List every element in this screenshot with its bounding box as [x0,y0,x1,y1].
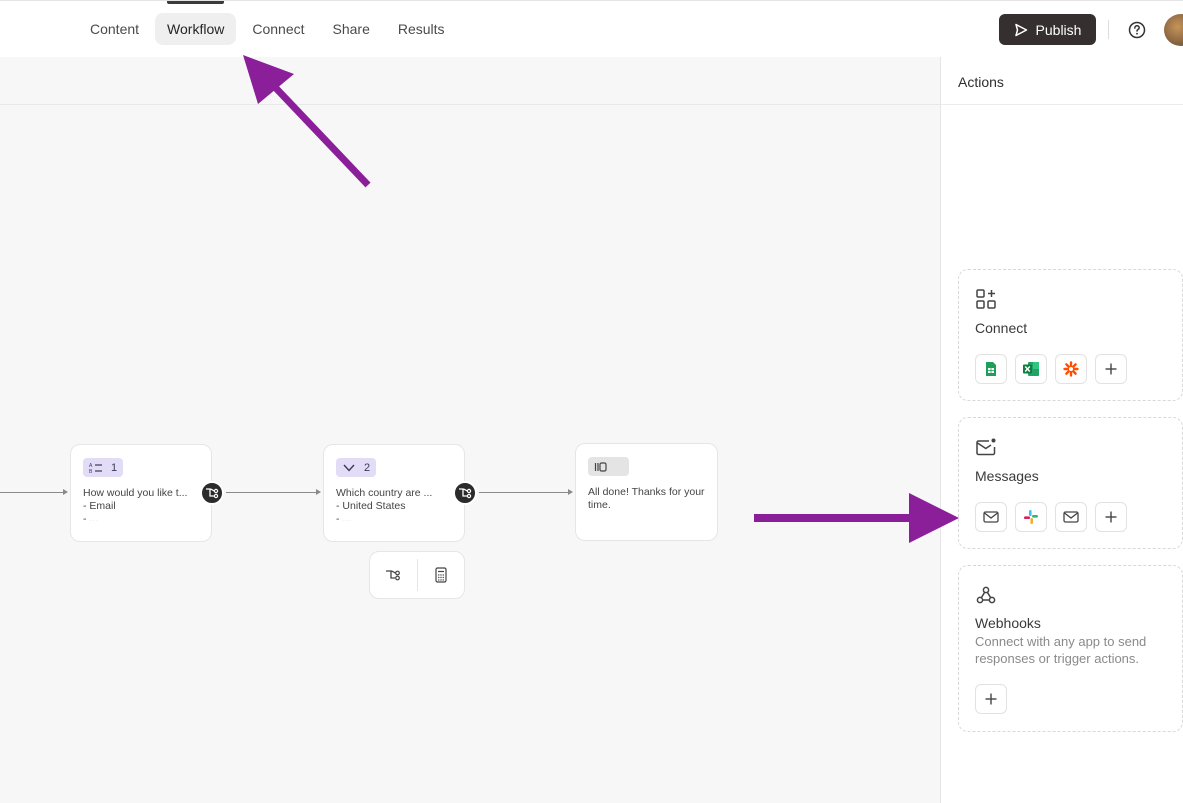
question-option: - ... [336,513,352,521]
add-message-button[interactable] [1095,502,1127,532]
panel-header: Actions [941,57,1183,105]
question-number: 2 [364,461,371,474]
question-text: Which country are ... - United States - … [336,487,454,521]
question-title: How would you like t... [83,487,188,499]
connector-line [226,492,316,493]
question-badge: AB 1 [83,458,124,477]
branch-icon [386,570,401,581]
webhook-icon [976,586,996,604]
question-node-1[interactable]: AB 1 How would you like t... - Email - .… [70,444,212,542]
plus-icon [1105,511,1117,523]
branch-icon [459,488,472,499]
connect-integrations [975,354,1127,384]
slack-icon [1024,510,1038,524]
tab-connect[interactable]: Connect [240,13,316,45]
publish-button[interactable]: Publish [999,14,1096,45]
messages-title: Messages [975,468,1039,484]
calculator-icon [435,567,447,583]
tab-results[interactable]: Results [386,13,457,45]
connector-arrow [316,489,321,495]
google-sheets-button[interactable] [975,354,1007,384]
email-button[interactable] [1055,502,1087,532]
mail-icon [1063,511,1079,523]
question-badge: 2 [336,458,377,477]
workflow-canvas[interactable]: AB 1 How would you like t... - Email - .… [0,57,940,803]
tab-workflow[interactable]: Workflow [155,1,237,45]
ending-badge [588,457,629,476]
tab-share[interactable]: Share [321,13,382,45]
list-icon: AB [89,463,102,474]
connect-card[interactable]: Connect [958,269,1183,401]
excel-button[interactable] [1015,354,1047,384]
webhooks-card[interactable]: Webhooks Connect with any app to send re… [958,565,1183,732]
avatar[interactable] [1164,14,1183,46]
plus-icon [985,693,997,705]
ending-icon [594,461,607,472]
connector-arrow [63,489,68,495]
add-integration-button[interactable] [1095,354,1127,384]
add-webhook-button[interactable] [975,684,1007,714]
webhooks-description: Connect with any app to send responses o… [975,634,1147,666]
slack-button[interactable] [1015,502,1047,532]
publish-label: Publish [1035,21,1082,38]
mail-icon [983,511,999,523]
add-calculation-button[interactable] [417,551,464,599]
google-sheets-icon [986,362,996,376]
nav-tabs: Content Workflow Connect Share Results [78,1,457,45]
divider [1108,20,1109,39]
question-option: - United States [336,500,406,512]
ending-text: All done! Thanks for your time. [588,486,707,512]
mail-notification-icon [976,438,996,456]
ending-title: All done! Thanks for your time. [588,486,705,511]
send-icon [1014,23,1027,36]
add-branch-button[interactable] [370,551,417,599]
ending-node[interactable]: All done! Thanks for your time. [575,443,718,541]
excel-icon [1023,362,1039,376]
messages-integrations [975,502,1127,532]
webhooks-actions [975,684,1007,714]
connector-line [0,492,63,493]
branch-icon [206,488,219,499]
connector-arrow [568,489,573,495]
branch-button[interactable] [200,481,224,505]
help-icon[interactable] [1127,20,1147,40]
question-option: - Email [83,500,116,512]
zapier-button[interactable] [1055,354,1087,384]
chevron-down-icon [343,464,355,472]
plus-icon [1105,363,1117,375]
question-option: - ... [83,513,99,521]
email-button[interactable] [975,502,1007,532]
question-number: 1 [111,461,118,474]
question-title: Which country are ... [336,487,433,499]
connect-title: Connect [975,320,1028,336]
webhooks-title: Webhooks [975,615,1041,631]
node-toolbar [369,551,465,599]
actions-panel: Actions Connect Messages Webhooks Connec… [940,57,1183,803]
zapier-icon [1063,361,1079,377]
connector-line [479,492,568,493]
apps-add-icon [976,289,996,309]
question-text: How would you like t... - Email - ... [83,487,201,521]
branch-button[interactable] [453,481,477,505]
svg-text:B: B [89,469,93,474]
tab-content[interactable]: Content [78,13,151,45]
messages-card[interactable]: Messages [958,417,1183,549]
top-bar: Content Workflow Connect Share Results P… [0,0,1183,57]
panel-title: Actions [958,74,1004,90]
divider [0,104,940,105]
question-node-2[interactable]: 2 Which country are ... - United States … [323,444,465,542]
